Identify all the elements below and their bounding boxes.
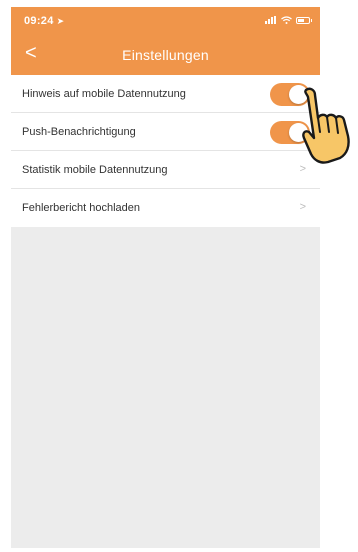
chevron-right-icon: >	[299, 201, 306, 213]
app-header: 09:24 ➤ < Einstellungen	[11, 7, 320, 75]
setting-label: Statistik mobile Datennutzung	[22, 163, 168, 176]
status-icons	[265, 16, 312, 24]
signal-icon	[265, 16, 276, 24]
status-time: 09:24 ➤	[24, 15, 64, 27]
setting-label: Fehlerbericht hochladen	[22, 202, 141, 214]
setting-mobile-data-statistics[interactable]: Statistik mobile Datennutzung >	[11, 151, 320, 189]
wifi-icon	[281, 16, 292, 24]
page-title: Einstellungen	[122, 47, 209, 63]
status-time-text: 09:24	[24, 15, 54, 27]
phone-screen: 09:24 ➤ < Einstellungen Hinweis auf mobi…	[11, 7, 320, 548]
location-arrow-icon: ➤	[56, 16, 65, 26]
battery-icon	[296, 16, 312, 24]
setting-label: Hinweis auf mobile Datennutzung	[22, 87, 186, 100]
tapping-hand-icon	[292, 86, 358, 164]
setting-push-notification[interactable]: Push-Benachrichtigung	[11, 113, 320, 151]
setting-mobile-data-hint[interactable]: Hinweis auf mobile Datennutzung	[11, 75, 320, 113]
chevron-right-icon: >	[299, 163, 306, 175]
nav-bar: < Einstellungen	[11, 35, 320, 75]
setting-label: Push-Benachrichtigung	[22, 125, 136, 138]
status-bar: 09:24 ➤	[11, 7, 320, 35]
settings-list: Hinweis auf mobile Datennutzung Push-Ben…	[11, 75, 320, 227]
setting-upload-error-report[interactable]: Fehlerbericht hochladen >	[11, 189, 320, 227]
